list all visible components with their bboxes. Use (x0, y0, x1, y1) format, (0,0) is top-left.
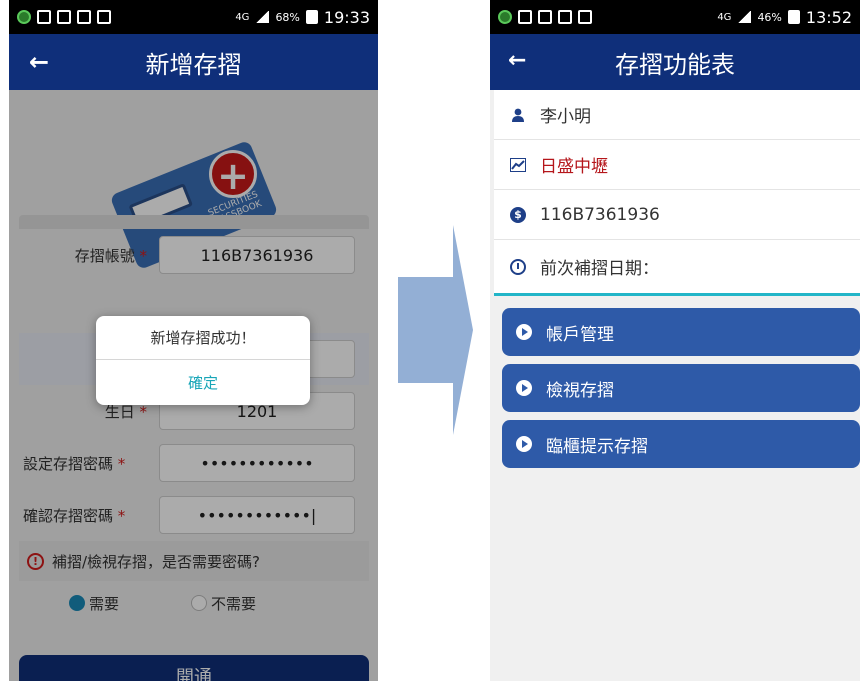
function-menu: 帳戶管理 檢視存摺 臨櫃提示存摺 (490, 296, 860, 468)
battery-percent: 68% (275, 10, 300, 24)
menu-account-management[interactable]: 帳戶管理 (502, 308, 860, 356)
clock-icon (510, 258, 526, 275)
play-icon (516, 436, 532, 452)
user-name-row: 李小明 (494, 90, 860, 140)
status-bar: 4G 46% 13:52 (490, 0, 860, 34)
sim-icon (97, 10, 111, 24)
last-update-label: 前次補摺日期： (540, 259, 659, 279)
play-icon (516, 324, 532, 340)
transition-arrow-icon (398, 225, 473, 435)
app-bar: ← 新增存摺 (9, 34, 378, 90)
menu-view-passbook[interactable]: 檢視存摺 (502, 364, 860, 412)
battery-icon (305, 10, 318, 24)
clock-time: 13:52 (805, 7, 852, 27)
chart-icon (510, 157, 526, 173)
dialog-ok-button[interactable]: 確定 (96, 360, 310, 405)
menu-label: 臨櫃提示存摺 (546, 436, 648, 457)
app-bar: ← 存摺功能表 (490, 34, 860, 90)
success-dialog: 新增存摺成功！ 確定 (96, 316, 310, 405)
menu-label: 帳戶管理 (546, 324, 614, 345)
branch-name: 日盛中壢 (540, 157, 608, 177)
left-phone-screen: 4G 68% 19:33 ← 新增存摺 SECURITIES PASSBOOK … (9, 0, 378, 681)
notification-icon (498, 10, 512, 24)
signal-icon (737, 11, 752, 23)
network-label: 4G (717, 11, 732, 23)
page-title: 存摺功能表 (615, 50, 735, 79)
wifi-icon (77, 10, 91, 24)
battery-icon (787, 10, 800, 24)
right-phone-screen: 4G 46% 13:52 ← 存摺功能表 李小明 日盛中壢 $ 116B7361… (490, 0, 860, 681)
status-bar: 4G 68% 19:33 (9, 0, 378, 34)
clock-time: 19:33 (323, 7, 370, 27)
last-update-row: 前次補摺日期： (494, 240, 860, 296)
account-number: 116B7361936 (540, 204, 660, 225)
battery-percent: 46% (757, 10, 782, 24)
image-icon (57, 10, 71, 24)
app-icon (37, 10, 51, 24)
dialog-message: 新增存摺成功！ (96, 316, 310, 360)
account-row: $ 116B7361936 (494, 190, 860, 240)
image-icon (538, 10, 552, 24)
sim-icon (578, 10, 592, 24)
dollar-icon: $ (510, 206, 526, 223)
notification-icon (17, 10, 31, 24)
menu-counter-passbook[interactable]: 臨櫃提示存摺 (502, 420, 860, 468)
branch-row: 日盛中壢 (494, 140, 860, 190)
wifi-icon (558, 10, 572, 24)
back-arrow-icon[interactable]: ← (508, 48, 526, 73)
menu-label: 檢視存摺 (546, 380, 614, 401)
back-arrow-icon[interactable]: ← (29, 48, 49, 76)
page-title: 新增存摺 (145, 50, 242, 79)
play-icon (516, 380, 532, 396)
user-icon (510, 107, 526, 123)
user-name: 李小明 (540, 107, 591, 127)
signal-icon (255, 11, 270, 23)
app-icon (518, 10, 532, 24)
network-label: 4G (235, 11, 250, 23)
